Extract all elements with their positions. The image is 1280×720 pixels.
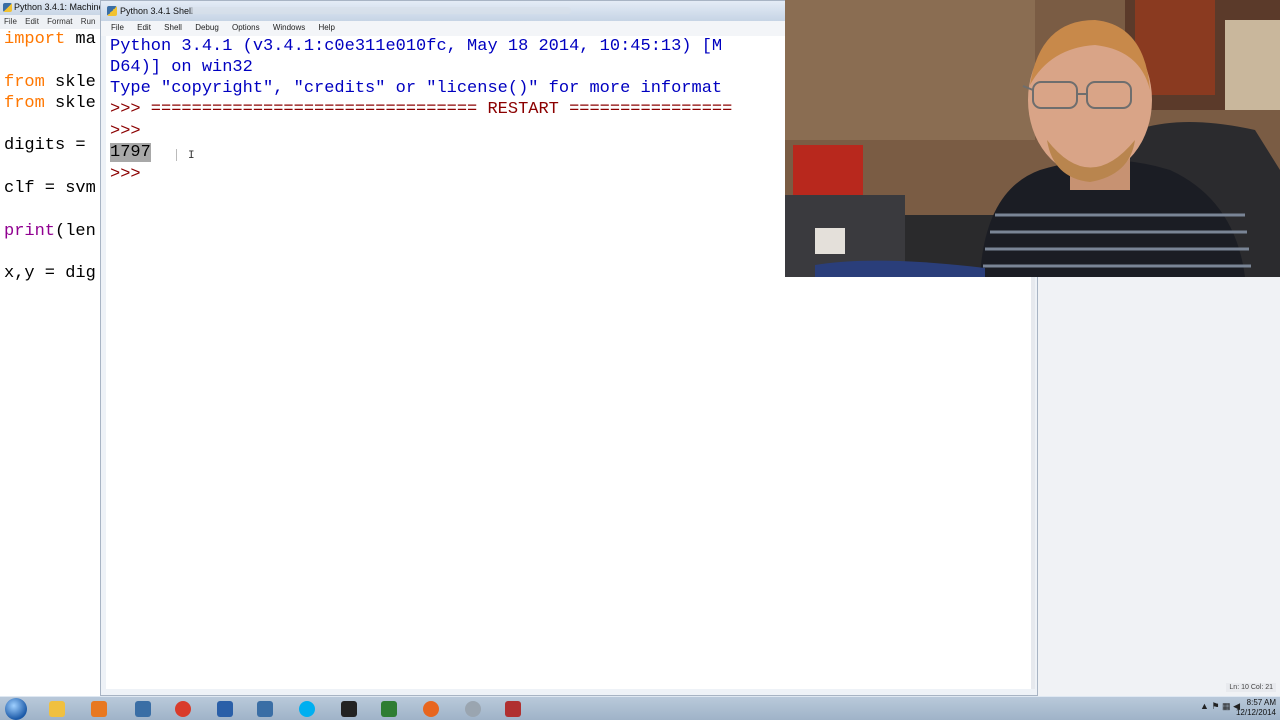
selected-output[interactable]: 1797 xyxy=(110,143,151,162)
system-tray[interactable]: ▲ ⚑ ▦ ◀ xyxy=(1200,701,1240,712)
editor-code-area[interactable]: import ma from skle from skle digits = cl… xyxy=(4,29,96,285)
chrome-icon xyxy=(175,701,191,717)
webcam-image xyxy=(785,0,1280,277)
shell-prompt: >>> xyxy=(110,122,151,141)
menu-options[interactable]: Options xyxy=(232,23,260,32)
media-player-icon xyxy=(91,701,107,717)
taskbar-app[interactable] xyxy=(330,698,368,720)
taskbar-app[interactable] xyxy=(370,698,408,720)
menu-windows[interactable]: Windows xyxy=(273,23,305,32)
editor-menu-run[interactable]: Run xyxy=(81,17,96,26)
code-line: from skle xyxy=(4,93,96,113)
banner-line: Type "copyright", "credits" or "license(… xyxy=(110,79,723,98)
webcam-icon xyxy=(465,701,481,717)
taskbar-app[interactable] xyxy=(80,698,118,720)
tool-icon xyxy=(505,701,521,717)
taskbar-clock[interactable]: 8:57 AM 12/12/2014 xyxy=(1236,698,1276,718)
code-line: clf = svm xyxy=(4,179,96,199)
taskbar-app[interactable] xyxy=(124,698,162,720)
code-line: print(len xyxy=(4,221,96,241)
game-icon xyxy=(341,701,357,717)
start-button[interactable] xyxy=(5,698,27,720)
taskbar-app[interactable] xyxy=(206,698,244,720)
editor-titlebar[interactable]: Python 3.4.1: MachineLe xyxy=(0,0,109,15)
ibeam-cursor-icon: I xyxy=(188,150,195,162)
python-icon xyxy=(135,701,151,717)
code-line: x,y = dig xyxy=(4,264,96,284)
shell-title: Python 3.4.1 Shell xyxy=(120,6,194,16)
webcam-overlay xyxy=(785,0,1280,277)
clock-time: 8:57 AM xyxy=(1246,698,1276,707)
status-bar-position: Ln: 10 Col: 21 xyxy=(1226,683,1276,692)
explorer-icon xyxy=(49,701,65,717)
idle-icon xyxy=(257,701,273,717)
taskbar-app[interactable] xyxy=(38,698,76,720)
menu-file[interactable]: File xyxy=(111,23,124,32)
background-window xyxy=(1038,276,1280,696)
menu-help[interactable]: Help xyxy=(319,23,335,32)
tray-up-icon[interactable]: ▲ xyxy=(1200,701,1209,711)
skype-icon xyxy=(299,701,315,717)
editor-menubar: File Edit Format Run xyxy=(0,15,109,29)
editor-menu-format[interactable]: Format xyxy=(47,17,72,26)
taskbar-app[interactable] xyxy=(288,698,326,720)
editor-title: Python 3.4.1: MachineLe xyxy=(14,2,109,12)
flag-icon[interactable]: ⚑ xyxy=(1211,701,1219,711)
taskbar-app[interactable] xyxy=(412,698,450,720)
menu-edit[interactable]: Edit xyxy=(137,23,151,32)
shell-title-path xyxy=(191,7,571,14)
taskbar-app[interactable] xyxy=(454,698,492,720)
shell-prompt: >>> xyxy=(110,165,151,184)
taskbar-app[interactable] xyxy=(164,698,202,720)
editor-menu-file[interactable]: File xyxy=(4,17,17,26)
python-icon xyxy=(107,6,117,16)
text-caret xyxy=(176,149,177,161)
banner-line: D64)] on win32 xyxy=(110,58,253,77)
menu-shell[interactable]: Shell xyxy=(164,23,182,32)
code-line: digits = xyxy=(4,136,96,156)
code-line: from skle xyxy=(4,72,96,92)
taskbar-app[interactable] xyxy=(246,698,284,720)
menu-debug[interactable]: Debug xyxy=(195,23,219,32)
python-icon xyxy=(3,3,12,12)
code-line: import ma xyxy=(4,30,96,49)
taskbar: ▲ ⚑ ▦ ◀ 8:57 AM 12/12/2014 xyxy=(0,696,1280,720)
terminal-icon xyxy=(381,701,397,717)
editor-menu-edit[interactable]: Edit xyxy=(25,17,39,26)
network-icon[interactable]: ▦ xyxy=(1222,701,1231,711)
taskbar-app[interactable] xyxy=(494,698,532,720)
editor-window[interactable]: Python 3.4.1: MachineLe File Edit Format… xyxy=(0,0,110,696)
clock-date: 12/12/2014 xyxy=(1235,708,1276,717)
output-line[interactable]: 1797 xyxy=(110,143,151,162)
banner-line: Python 3.4.1 (v3.4.1:c0e311e010fc, May 1… xyxy=(110,37,723,56)
firefox-icon xyxy=(423,701,439,717)
pen-icon xyxy=(217,701,233,717)
restart-line: >>> ================================ RES… xyxy=(110,100,733,119)
